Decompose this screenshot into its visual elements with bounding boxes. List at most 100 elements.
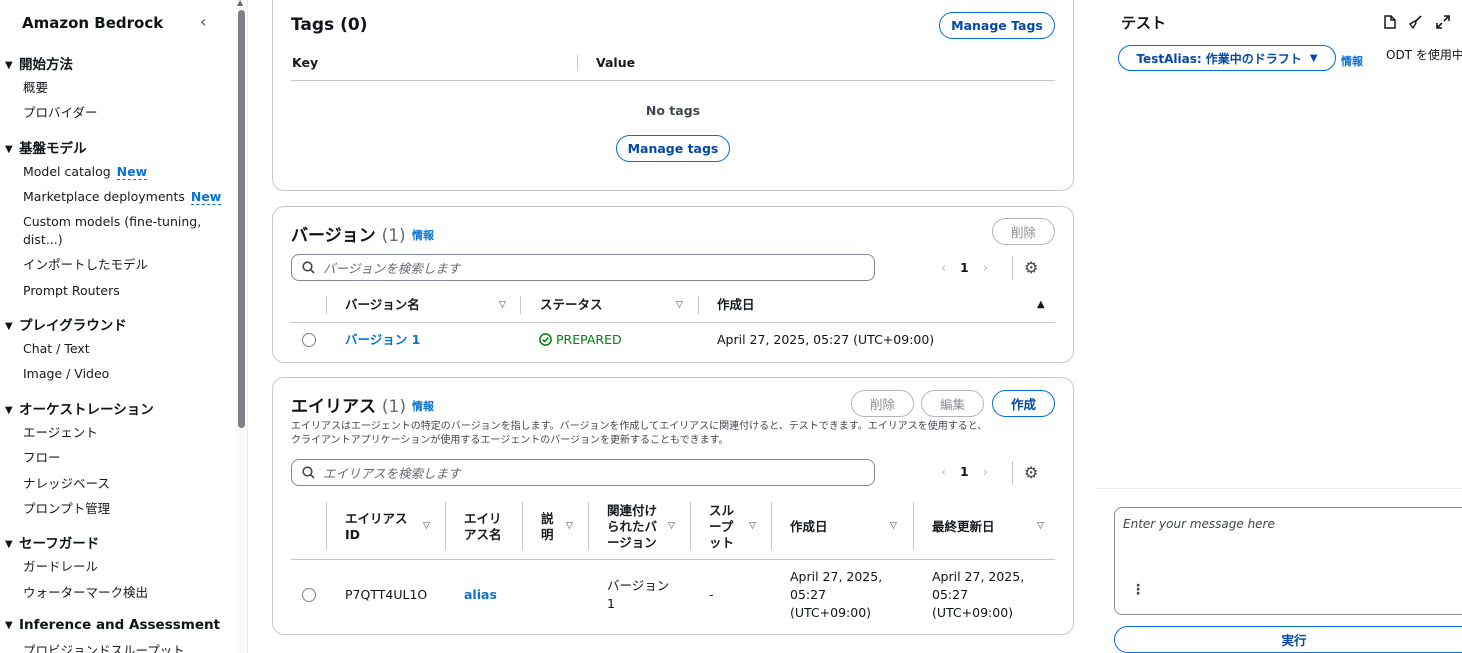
document-icon[interactable] (1384, 15, 1396, 33)
column-header-key: Key (292, 55, 319, 70)
gear-icon[interactable]: ⚙ (1024, 258, 1038, 277)
create-alias-button[interactable]: 作成 (992, 390, 1055, 417)
nav-item-model-catalog[interactable]: Model catalog New (23, 163, 148, 181)
nav-item-prompt-management[interactable]: プロンプト管理 (23, 500, 110, 518)
caret-down-icon: ▼ (5, 144, 13, 155)
more-options-icon[interactable]: ⋮ (1131, 582, 1145, 598)
sort-down-icon[interactable]: ▽ (676, 300, 683, 310)
scrollbar-thumb[interactable] (238, 10, 245, 428)
column-divider (913, 502, 914, 550)
alias-search-input[interactable]: エイリアスを検索します (291, 459, 875, 486)
row-select-radio[interactable] (302, 333, 316, 347)
alias-select-dropdown[interactable]: TestAlias: 作業中のドラフト ▼ (1118, 45, 1336, 71)
column-header-throughput[interactable]: スル ープ ット (709, 503, 734, 551)
nav-item-flows[interactable]: フロー (23, 449, 61, 467)
column-header-created[interactable]: 作成日 (790, 519, 828, 535)
column-header-description[interactable]: 説明 (541, 511, 554, 543)
search-icon (302, 466, 315, 479)
column-divider (698, 296, 699, 314)
pager-divider (1012, 461, 1013, 485)
tags-panel: Tags (0) Manage Tags Key Value No tags M… (272, 0, 1074, 191)
sort-down-icon[interactable]: ▽ (423, 521, 430, 531)
nav-item-agents[interactable]: エージェント (23, 424, 98, 442)
sort-down-icon[interactable]: ▽ (749, 521, 756, 531)
manage-tags-empty-button[interactable]: Manage tags (616, 135, 730, 162)
alias-name-link[interactable]: alias (464, 586, 497, 604)
nav-section-inference-assessment[interactable]: ▼ Inference and Assessment (5, 617, 220, 633)
version-name-link[interactable]: バージョン 1 (345, 331, 420, 349)
delete-alias-button[interactable]: 削除 (851, 390, 914, 417)
side-navigation: Amazon Bedrock ‹ ▼ 開始方法 概要 プロバイダー ▼ 基盤モデル … (0, 0, 236, 653)
column-divider (445, 502, 446, 550)
nav-section-getting-started[interactable]: ▼ 開始方法 (5, 53, 73, 73)
sort-ascending-icon[interactable]: ▲ (1037, 299, 1045, 310)
nav-item-prompt-routers[interactable]: Prompt Routers (23, 282, 120, 300)
aliases-info-link[interactable]: 情報 (412, 398, 434, 414)
column-header-version-name[interactable]: バージョン名 (345, 297, 420, 313)
aliases-description: エイリアスはエージェントの特定のバージョンを指します。バージョンを作成してエイリ… (291, 421, 988, 446)
version-search-input[interactable]: バージョンを検索します (291, 254, 875, 281)
sort-down-icon[interactable]: ▽ (668, 521, 675, 531)
caret-down-icon: ▼ (5, 539, 13, 550)
nav-item-custom-models[interactable]: Custom models (fine-tuning, dist...) (23, 213, 201, 249)
nav-item-provisioned-throughput[interactable]: プロビジョンドスループット (23, 642, 185, 653)
column-header-last-updated[interactable]: 最終更新日 (932, 519, 995, 535)
column-header-alias-id[interactable]: エイリアス ID (345, 511, 408, 543)
column-divider (690, 502, 691, 550)
nav-item-chat-text[interactable]: Chat / Text (23, 340, 90, 358)
sort-down-icon[interactable]: ▽ (890, 521, 897, 531)
nav-item-overview[interactable]: 概要 (23, 79, 48, 97)
sort-down-icon[interactable]: ▽ (1037, 521, 1044, 531)
nav-section-safeguards[interactable]: ▼ セーフガード (5, 532, 99, 552)
sort-down-icon[interactable]: ▽ (499, 300, 506, 310)
created-date: April 27, 2025, 05:27 (UTC+09:00) (790, 569, 883, 620)
scroll-up-icon[interactable]: ▲ (237, 0, 243, 7)
prev-page-icon[interactable]: ‹ (941, 260, 946, 275)
versions-info-link[interactable]: 情報 (412, 227, 434, 243)
test-panel-title: テスト (1121, 14, 1167, 32)
nav-item-knowledge-bases[interactable]: ナレッジベース (23, 475, 110, 493)
collapse-sidebar-icon[interactable]: ‹ (200, 12, 206, 31)
tags-title: Tags (0) (291, 15, 368, 35)
nav-section-playgrounds[interactable]: ▼ プレイグラウンド (5, 314, 127, 334)
delete-version-button[interactable]: 削除 (992, 218, 1055, 245)
table-header-divider (291, 80, 1055, 81)
new-badge: New (116, 164, 148, 180)
next-page-icon[interactable]: › (983, 260, 988, 275)
nav-item-image-video[interactable]: Image / Video (23, 365, 109, 383)
aliases-panel: エイリアス (1) 情報 削除 編集 作成 エイリアスはエージェントの特定のバー… (272, 377, 1074, 635)
message-placeholder: Enter your message here (1123, 517, 1275, 531)
run-button[interactable]: 実行 (1114, 626, 1462, 653)
check-circle-icon (539, 333, 552, 346)
manage-tags-button[interactable]: Manage Tags (939, 12, 1055, 39)
caret-down-icon: ▼ (5, 620, 13, 631)
column-header-created[interactable]: 作成日 (717, 297, 755, 313)
current-page[interactable]: 1 (960, 464, 969, 479)
nav-item-marketplace-deployments[interactable]: Marketplace deployments New (23, 188, 222, 206)
expand-icon[interactable] (1436, 15, 1450, 33)
test-info-link[interactable]: 情報 (1341, 53, 1363, 69)
current-page[interactable]: 1 (960, 260, 969, 275)
nav-section-foundation-models[interactable]: ▼ 基盤モデル (5, 137, 87, 157)
message-input[interactable]: Enter your message here ⋮ (1114, 507, 1462, 615)
associated-version: バージョン 1 (607, 578, 670, 611)
gear-icon[interactable]: ⚙ (1024, 463, 1038, 482)
row-select-radio[interactable] (302, 588, 316, 602)
nav-item-providers[interactable]: プロバイダー (23, 104, 98, 122)
next-page-icon[interactable]: › (983, 464, 988, 479)
column-header-alias-name[interactable]: エイリ アス名 (464, 511, 502, 543)
nav-item-imported-models[interactable]: インポートしたモデル (23, 256, 148, 274)
service-title[interactable]: Amazon Bedrock (22, 14, 163, 32)
edit-alias-button[interactable]: 編集 (921, 390, 984, 417)
nav-item-guardrails[interactable]: ガードレール (23, 558, 98, 576)
nav-item-watermark-detection[interactable]: ウォーターマーク検出 (23, 584, 148, 602)
prev-page-icon[interactable]: ‹ (941, 464, 946, 479)
clear-brush-icon[interactable] (1408, 15, 1422, 33)
column-divider (771, 502, 772, 550)
sort-down-icon[interactable]: ▽ (566, 521, 573, 531)
column-header-status[interactable]: ステータス (540, 297, 603, 313)
alias-id: P7QTT4UL1O (345, 587, 428, 602)
sidebar-scrollbar[interactable]: ▲ (236, 0, 248, 653)
column-header-associated-version[interactable]: 関連付け られたバ ージョン (607, 503, 657, 551)
nav-section-orchestration[interactable]: ▼ オーケストレーション (5, 398, 154, 418)
